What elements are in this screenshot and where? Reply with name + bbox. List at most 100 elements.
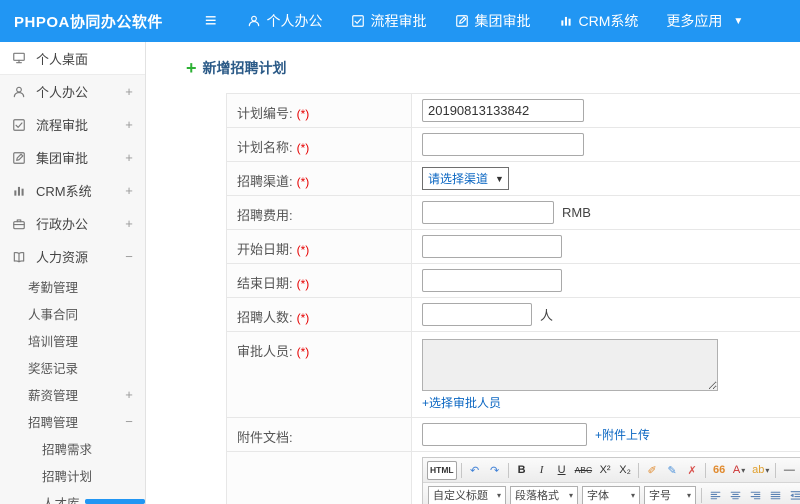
form-field-content: HTML↶↷BIUABCX²X₂✐✎✗66A▾ab▾—¶自定义标题▾段落格式▾字…	[412, 452, 800, 504]
background-color-button[interactable]: ab ▾	[750, 461, 771, 480]
expand-icon[interactable]: +	[123, 117, 135, 132]
top-nav-item-workflow-approval[interactable]: 流程审批	[337, 0, 441, 42]
attachment-upload-link[interactable]: +附件上传	[595, 426, 650, 443]
sidebar-item-training[interactable]: 培训管理	[0, 327, 145, 354]
sidebar-item-personal-office[interactable]: 个人办公 +	[0, 75, 145, 108]
sidebar-item-crm-system[interactable]: CRM系统 +	[0, 174, 145, 207]
end-date-input[interactable]	[422, 269, 562, 292]
form-field-channel: 请选择渠道 ▼	[412, 162, 800, 195]
sidebar-item-attendance[interactable]: 考勤管理	[0, 273, 145, 300]
cost-input[interactable]	[422, 201, 554, 224]
custom-heading-select[interactable]: 自定义标题 ▾	[428, 485, 506, 504]
start-date-input[interactable]	[422, 235, 562, 258]
strikethrough-button[interactable]: ABC	[573, 461, 594, 480]
sidebar-item-group-approval[interactable]: 集团审批 +	[0, 141, 145, 174]
field-label: 计划编号:	[237, 106, 293, 121]
top-nav-item-group-approval[interactable]: 集团审批	[441, 0, 545, 42]
approvers-textarea[interactable]	[422, 339, 718, 391]
sidebar-item-label: 培训管理	[28, 335, 79, 349]
select-label: 字体	[587, 490, 609, 502]
top-nav-item-crm-system[interactable]: CRM系统	[545, 0, 653, 42]
channel-select-value: 请选择渠道	[428, 172, 489, 186]
superscript-button[interactable]: X²	[596, 461, 614, 480]
collapse-icon[interactable]: −	[123, 414, 135, 429]
required-mark: (*)	[296, 311, 310, 325]
outdent-button[interactable]	[786, 486, 800, 504]
main-content: + 新增招聘计划 计划编号:(*)计划名称:(*)招聘渠道:(*)请选择渠道▼招…	[146, 42, 800, 504]
expand-icon[interactable]: +	[123, 216, 135, 231]
html-source-button[interactable]: HTML	[427, 460, 457, 480]
format-painter-button[interactable]: ✐	[643, 461, 661, 480]
page-title: 新增招聘计划	[202, 60, 287, 76]
subscript-button[interactable]: X₂	[616, 461, 634, 480]
horizontal-rule-button[interactable]: —	[780, 461, 798, 480]
sidebar-item-recruitment-needs[interactable]: 招聘需求	[0, 435, 145, 462]
page-header: + 新增招聘计划	[186, 58, 800, 78]
select-label: 自定义标题	[433, 490, 488, 502]
sidebar-item-salary[interactable]: 薪资管理 +	[0, 381, 145, 408]
form-row-cost: 招聘费用: RMB	[227, 196, 800, 230]
sidebar-item-recruitment-plan[interactable]: 招聘计划	[0, 462, 145, 489]
sidebar-scrollbar-thumb[interactable]	[85, 499, 145, 504]
sidebar-item-workflow-approval[interactable]: 流程审批 +	[0, 108, 145, 141]
sidebar-item-label: 集团审批	[36, 151, 89, 166]
top-nav-item-personal-office[interactable]: 个人办公	[233, 0, 337, 42]
font-size-select[interactable]: 字号 ▾	[644, 485, 696, 504]
select-approvers-link[interactable]: +选择审批人员	[422, 394, 501, 411]
underline-button[interactable]: U	[553, 461, 571, 480]
collapse-icon[interactable]: −	[123, 249, 135, 264]
expand-icon[interactable]: +	[123, 150, 135, 165]
italic-button[interactable]: I	[533, 461, 551, 480]
font-color-button[interactable]: A ▾	[730, 461, 748, 480]
undo-button[interactable]: ↶	[466, 461, 484, 480]
required-mark: (*)	[296, 107, 310, 121]
align-center-button[interactable]	[726, 486, 744, 504]
expand-icon[interactable]: +	[123, 183, 135, 198]
pencil-button[interactable]: ✎	[663, 461, 681, 480]
top-nav-item-more-apps[interactable]: 更多应用 ▼	[652, 0, 757, 42]
chart-icon	[559, 14, 573, 28]
align-right-button[interactable]	[746, 486, 764, 504]
top-navbar: PHPOA协同办公软件 ≡ 个人办公 流程审批 集团审批 CRM系统 更多应用 ▼	[0, 0, 800, 42]
chart-icon	[12, 184, 28, 198]
rich-text-editor: HTML↶↷BIUABCX²X₂✐✎✗66A▾ab▾—¶自定义标题▾段落格式▾字…	[422, 457, 800, 504]
form-label-content	[227, 452, 412, 504]
sidebar-item-admin-office[interactable]: 行政办公 +	[0, 207, 145, 240]
sidebar-item-label: 人力资源	[36, 250, 89, 265]
field-label: 结束日期:	[237, 276, 293, 291]
headcount-input[interactable]	[422, 303, 532, 326]
sidebar-item-label: 招聘计划	[42, 470, 93, 484]
chevron-down-icon: ▼	[733, 15, 744, 27]
blockquote-button[interactable]: 66	[710, 461, 728, 480]
chevron-down-icon: ▾	[686, 490, 691, 500]
font-family-select[interactable]: 字体 ▾	[582, 485, 640, 504]
top-nav-label: CRM系统	[578, 13, 639, 29]
form-label-plan-name: 计划名称: (*)	[227, 128, 412, 161]
attachment-input[interactable]	[422, 423, 587, 446]
approve-icon	[12, 118, 28, 132]
sidebar-item-rewards[interactable]: 奖惩记录	[0, 354, 145, 381]
menu-toggle-icon[interactable]: ≡	[205, 11, 217, 31]
expand-icon[interactable]: +	[123, 84, 135, 99]
remove-format-button[interactable]: ✗	[683, 461, 701, 480]
sidebar-item-recruitment-management[interactable]: 招聘管理 −	[0, 408, 145, 435]
expand-icon[interactable]: +	[123, 387, 135, 402]
redo-button[interactable]: ↷	[486, 461, 504, 480]
form-field-attachment: +附件上传	[412, 418, 800, 451]
form-label-attachment: 附件文档:	[227, 418, 412, 451]
form-field-approvers: +选择审批人员	[412, 332, 800, 417]
bold-button[interactable]: B	[513, 461, 531, 480]
form-field-plan-name	[412, 128, 800, 161]
form-row-headcount: 招聘人数: (*) 人	[227, 298, 800, 332]
field-label: 招聘人数:	[237, 310, 293, 325]
align-left-button[interactable]	[706, 486, 724, 504]
plan-name-input[interactable]	[422, 133, 584, 156]
align-justify-button[interactable]	[766, 486, 784, 504]
sidebar-item-human-resources[interactable]: 人力资源 −	[0, 240, 145, 273]
sidebar-item-label: 个人办公	[36, 85, 89, 100]
plan-number-input[interactable]	[422, 99, 584, 122]
sidebar-item-personal-desktop[interactable]: 个人桌面	[0, 42, 145, 75]
paragraph-format-select[interactable]: 段落格式 ▾	[510, 485, 578, 504]
sidebar-item-personnel-contract[interactable]: 人事合同	[0, 300, 145, 327]
channel-select[interactable]: 请选择渠道 ▼	[422, 167, 509, 190]
